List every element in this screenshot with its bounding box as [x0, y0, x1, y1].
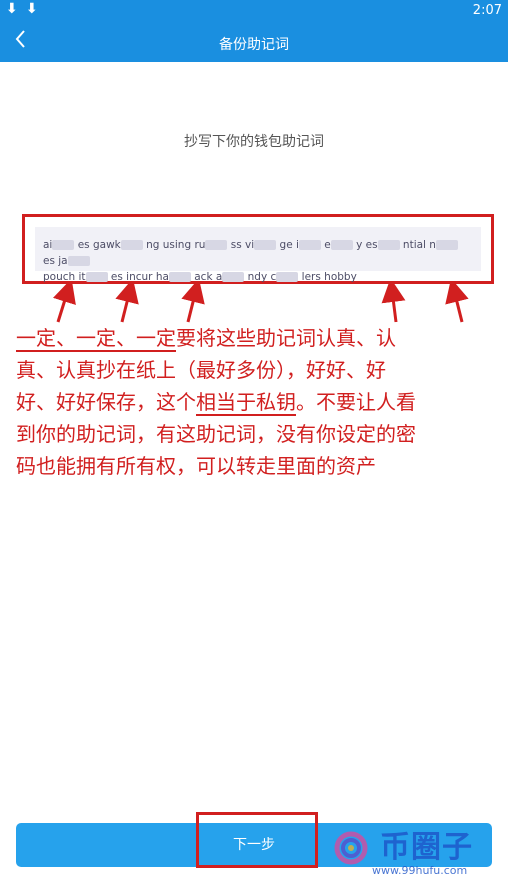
mnemonic-word: ss vi: [230, 239, 255, 251]
mnemonic-word: ge i: [279, 239, 299, 251]
blurred-word: [330, 240, 353, 250]
blurred-word: [85, 272, 108, 282]
download-icon: ⬇: [6, 1, 18, 17]
mnemonic-word: es gawk: [77, 239, 121, 251]
blurred-word: [298, 240, 321, 250]
annotation-line: 一定、一定、一定要将这些助记词认真、认: [16, 322, 500, 354]
status-time: 2:07: [472, 3, 502, 18]
blurred-word: [52, 240, 75, 250]
arrow-3: [181, 284, 205, 323]
arrow-2: [115, 284, 139, 323]
status-bar: ⬇ ⬇ 2:07: [0, 0, 508, 22]
blurred-word: [276, 272, 299, 282]
annotation-text: 要将这些助记词认真、认: [176, 326, 396, 350]
mnemonic-phrase-box: ai es gawk ng using ru ss vi ge i e y es…: [35, 227, 481, 283]
watermark-brand: 币圈子: [380, 830, 473, 865]
annotation-text: 。不要让人看: [296, 390, 416, 414]
mnemonic-word: ng using ru: [146, 239, 206, 251]
mnemonic-word: y es: [356, 239, 378, 251]
mnemonic-word: lers hobby: [301, 271, 357, 283]
mnemonic-word: pouch it: [43, 271, 86, 283]
blurred-word: [254, 240, 277, 250]
blurred-word: [205, 240, 228, 250]
annotation-line: 到你的助记词，有这助记词，没有你设定的密: [16, 422, 416, 446]
mnemonic-word: es ja: [43, 255, 68, 267]
page-title: 备份助记词: [219, 37, 289, 53]
blurred-word: [435, 240, 458, 250]
mnemonic-line: pouch it es incur ha ack a ndy c lers ho…: [43, 269, 473, 285]
mnemonic-word: e: [324, 239, 331, 251]
annotation-line: 真、认真抄在纸上（最好多份），好好、好: [16, 358, 386, 382]
watermark-url: www.99hufu.com: [372, 864, 468, 877]
mnemonic-word: ack a: [194, 271, 223, 283]
watermark-logo-icon: [334, 831, 368, 865]
download-icon: ⬇: [26, 1, 38, 17]
mnemonic-highlight-frame: ai es gawk ng using ru ss vi ge i e y es…: [22, 214, 494, 284]
mnemonic-word: ntial n: [402, 239, 436, 251]
instruction-text: 抄写下你的钱包助记词: [184, 134, 324, 150]
arrow-4: [381, 284, 406, 323]
annotation-line: 好、好好保存，这个相当于私钥。不要让人看: [16, 386, 500, 418]
annotation-line: 码也能拥有所有权，可以转走里面的资产: [16, 454, 376, 478]
annotation-arrows: [52, 284, 469, 323]
blurred-word: [67, 256, 90, 266]
warning-annotation: 一定、一定、一定要将这些助记词认真、认 真、认真抄在纸上（最好多份），好好、好 …: [16, 322, 500, 482]
annotation-text: 好、好好保存，这个: [16, 390, 196, 414]
annotation-underlined: 相当于私钥: [196, 390, 296, 416]
arrow-5: [445, 284, 469, 323]
mnemonic-word: es incur ha: [110, 271, 169, 283]
mnemonic-word: ndy c: [247, 271, 277, 283]
mnemonic-word: ai: [43, 239, 53, 251]
blurred-word: [168, 272, 191, 282]
annotation-underlined: 一定、一定、一定: [16, 326, 176, 352]
arrow-1: [52, 284, 76, 323]
blurred-word: [377, 240, 400, 250]
app-bar: 备份助记词: [0, 22, 508, 62]
blurred-word: [120, 240, 143, 250]
mnemonic-line: ai es gawk ng using ru ss vi ge i e y es…: [43, 237, 473, 269]
blurred-word: [222, 272, 245, 282]
